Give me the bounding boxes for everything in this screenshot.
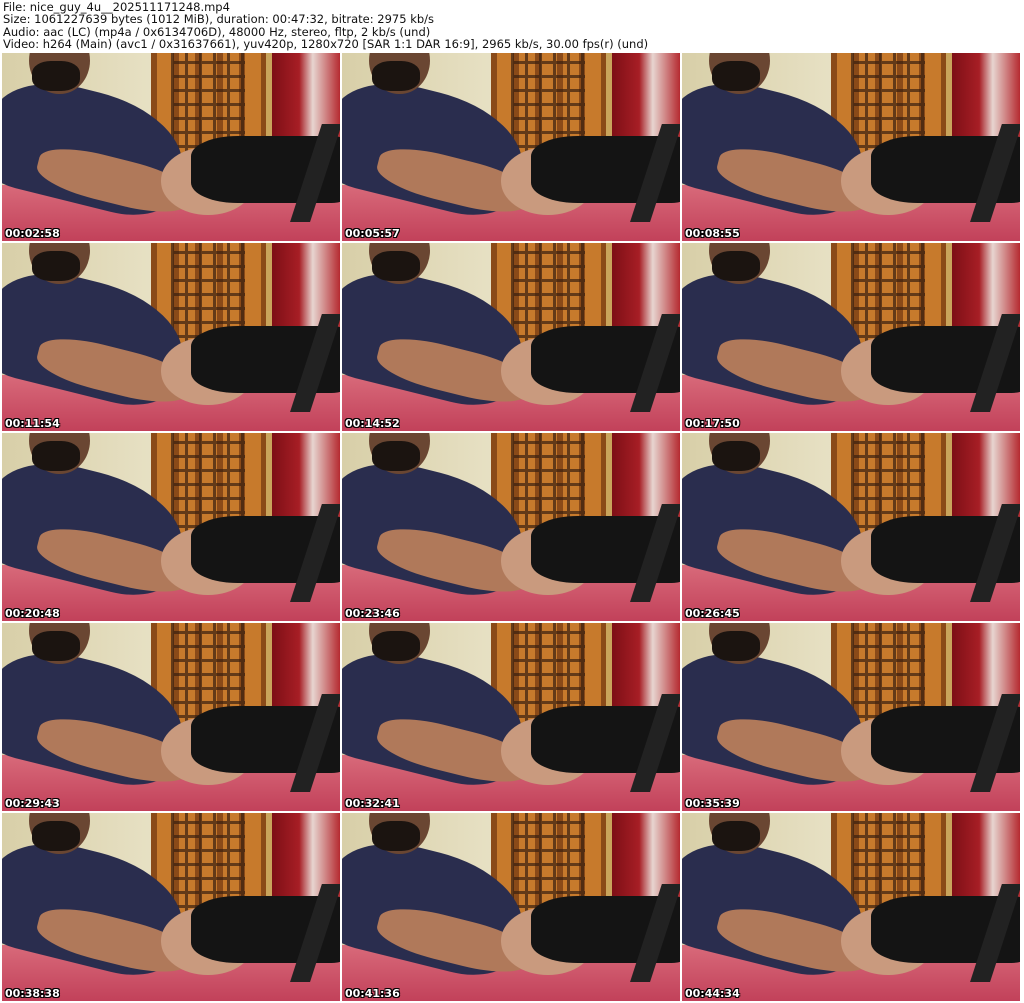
thumbnail-timestamp: 00:23:46 xyxy=(345,607,400,620)
thumbnail-timestamp: 00:38:38 xyxy=(5,987,60,1000)
thumbnail-timestamp: 00:41:36 xyxy=(345,987,400,1000)
thumbnail-timestamp: 00:29:43 xyxy=(5,797,60,810)
video-thumbnail: 00:11:54 xyxy=(2,243,340,431)
video-thumbnail: 00:32:41 xyxy=(342,623,680,811)
file-size-info: Size: 1061227639 bytes (1012 MiB), durat… xyxy=(3,12,435,27)
video-thumbnail: 00:05:57 xyxy=(342,53,680,241)
thumbnail-timestamp: 00:26:45 xyxy=(685,607,740,620)
video-thumbnail: 00:26:45 xyxy=(682,433,1020,621)
thumbnail-timestamp: 00:14:52 xyxy=(345,417,400,430)
thumbnail-timestamp: 00:20:48 xyxy=(5,607,60,620)
file-info-header: File: nice_guy_4u__202511171248.mp4 Size:… xyxy=(3,1,648,51)
video-thumbnail: 00:14:52 xyxy=(342,243,680,431)
video-thumbnail: 00:23:46 xyxy=(342,433,680,621)
thumbnail-timestamp: 00:44:34 xyxy=(685,987,740,1000)
thumbnail-timestamp: 00:05:57 xyxy=(345,227,400,240)
thumbnail-timestamp: 00:17:50 xyxy=(685,417,740,430)
thumbnail-timestamp: 00:02:58 xyxy=(5,227,60,240)
video-thumbnail: 00:35:39 xyxy=(682,623,1020,811)
thumbnail-timestamp: 00:35:39 xyxy=(685,797,740,810)
video-thumbnail: 00:08:55 xyxy=(682,53,1020,241)
thumbnail-timestamp: 00:11:54 xyxy=(5,417,60,430)
video-thumbnail: 00:41:36 xyxy=(342,813,680,1001)
video-thumbnail: 00:17:50 xyxy=(682,243,1020,431)
video-thumbnail: 00:38:38 xyxy=(2,813,340,1001)
video-thumbnail: 00:29:43 xyxy=(2,623,340,811)
thumbnail-timestamp: 00:32:41 xyxy=(345,797,400,810)
video-thumbnail: 00:20:48 xyxy=(2,433,340,621)
thumbnail-timestamp: 00:08:55 xyxy=(685,227,740,240)
thumbnail-grid: 00:02:58 00:05:57 00:08:55 00:11:54 00:14:52… xyxy=(2,53,1020,1001)
video-thumbnail: 00:02:58 xyxy=(2,53,340,241)
video-thumbnail: 00:44:34 xyxy=(682,813,1020,1001)
video-info: Video: h264 (Main) (avc1 / 0x31637661), … xyxy=(3,37,649,52)
